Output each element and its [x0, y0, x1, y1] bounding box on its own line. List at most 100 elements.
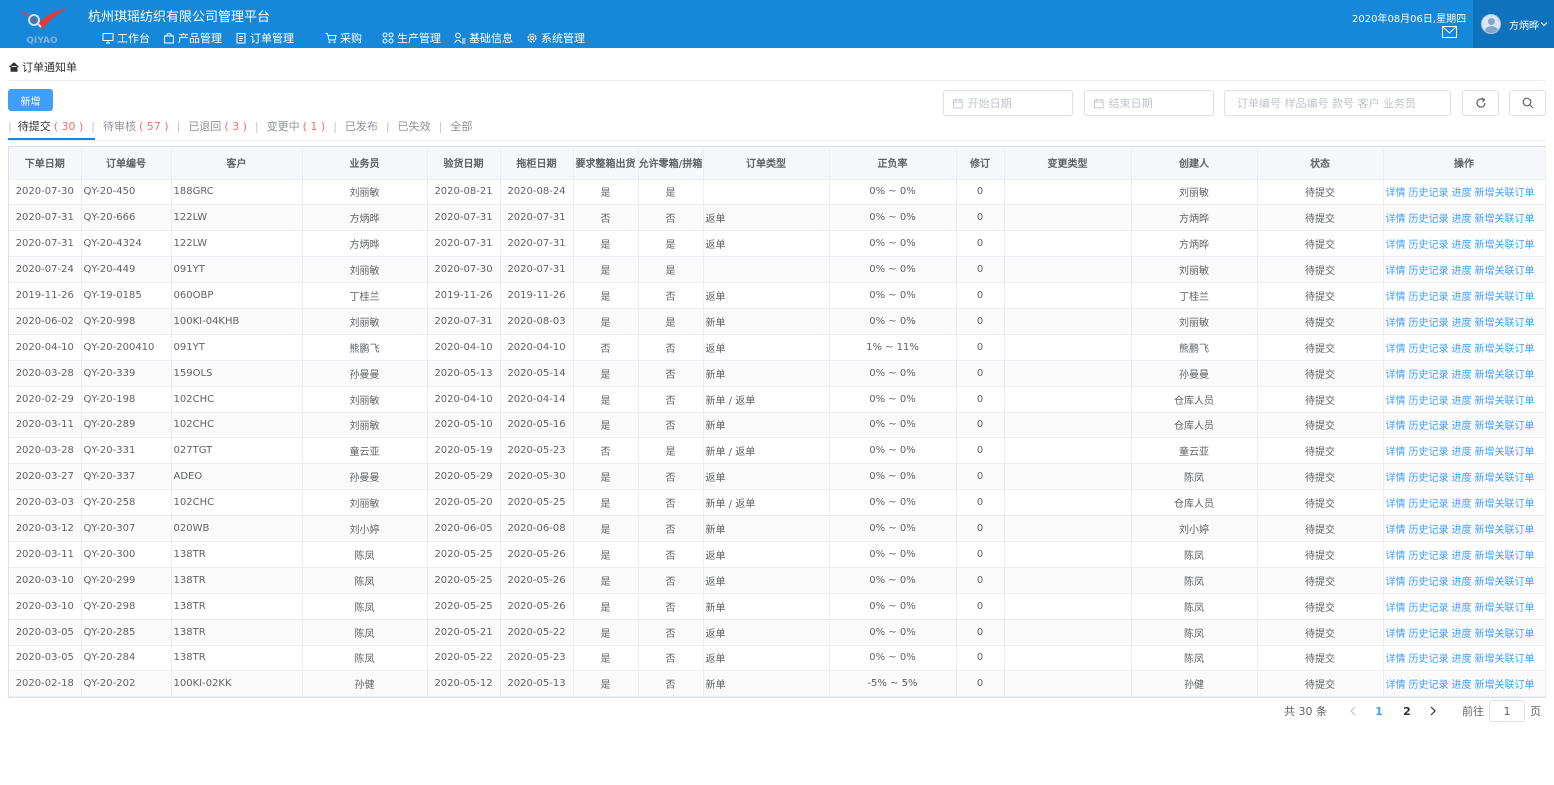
- detail-link[interactable]: 详情: [1386, 654, 1406, 665]
- page-1[interactable]: 1: [1365, 705, 1393, 718]
- history-link[interactable]: 历史记录: [1409, 577, 1449, 588]
- add-button[interactable]: 新增: [8, 89, 53, 111]
- detail-link[interactable]: 详情: [1386, 396, 1406, 407]
- progress-link[interactable]: 进度: [1452, 240, 1472, 251]
- col-inspection-date[interactable]: 验货日期: [427, 147, 501, 180]
- nav-purchase[interactable]: 采购: [325, 29, 362, 47]
- goto-page-input[interactable]: [1489, 700, 1525, 722]
- detail-link[interactable]: 详情: [1386, 499, 1406, 510]
- refresh-button[interactable]: [1462, 90, 1499, 116]
- detail-link[interactable]: 详情: [1386, 447, 1406, 458]
- history-link[interactable]: 历史记录: [1409, 240, 1449, 251]
- detail-link[interactable]: 详情: [1386, 240, 1406, 251]
- tab-returned[interactable]: 已退回( 3 ): [188, 118, 247, 134]
- progress-link[interactable]: 进度: [1452, 318, 1472, 329]
- col-tolerance[interactable]: 正负率: [829, 147, 957, 180]
- add-related-order-link[interactable]: 新增关联订单: [1475, 214, 1535, 225]
- add-related-order-link[interactable]: 新增关联订单: [1475, 447, 1535, 458]
- detail-link[interactable]: 详情: [1386, 525, 1406, 536]
- detail-link[interactable]: 详情: [1386, 266, 1406, 277]
- progress-link[interactable]: 进度: [1452, 292, 1472, 303]
- col-container-date[interactable]: 拖柜日期: [500, 147, 574, 180]
- progress-link[interactable]: 进度: [1452, 551, 1472, 562]
- detail-link[interactable]: 详情: [1386, 188, 1406, 199]
- add-related-order-link[interactable]: 新增关联订单: [1475, 629, 1535, 640]
- progress-link[interactable]: 进度: [1452, 603, 1472, 614]
- add-related-order-link[interactable]: 新增关联订单: [1475, 654, 1535, 665]
- history-link[interactable]: 历史记录: [1409, 473, 1449, 484]
- table-row[interactable]: 2020-03-03 QY-20-258 102CHC 刘丽敏 2020-05-20 20…: [9, 489, 1546, 517]
- add-related-order-link[interactable]: 新增关联订单: [1475, 188, 1535, 199]
- history-link[interactable]: 历史记录: [1409, 292, 1449, 303]
- table-row[interactable]: 2020-04-10 QY-20-200410 091YT 熊鹏飞 2020-04-10…: [9, 334, 1546, 361]
- detail-link[interactable]: 详情: [1386, 344, 1406, 355]
- table-row[interactable]: 2020-02-18 QY-20-202 100KI-02KK 孙健 2020-05-1…: [9, 670, 1546, 698]
- start-date-picker[interactable]: [943, 90, 1073, 116]
- history-link[interactable]: 历史记录: [1409, 266, 1449, 277]
- col-order-date[interactable]: 下单日期: [9, 147, 82, 180]
- table-row[interactable]: 2020-03-05 QY-20-284 138TR 陈凤 2020-05-22 2020…: [9, 645, 1546, 672]
- tab-expired[interactable]: 已失效: [398, 118, 431, 134]
- detail-link[interactable]: 详情: [1386, 214, 1406, 225]
- table-row[interactable]: 2020-06-02 QY-20-998 100KI-04KHB 刘丽敏 2020-07…: [9, 308, 1546, 335]
- history-link[interactable]: 历史记录: [1409, 680, 1449, 691]
- table-row[interactable]: 2020-07-31 QY-20-4324 122LW 方炳晔 2020-07-31 20…: [9, 230, 1546, 258]
- page-2[interactable]: 2: [1393, 705, 1421, 718]
- tab-published[interactable]: 已发布: [345, 118, 378, 134]
- detail-link[interactable]: 详情: [1386, 603, 1406, 614]
- table-row[interactable]: 2020-03-28 QY-20-331 027TGT 童云亚 2020-05-19 20…: [9, 437, 1546, 465]
- company-logo[interactable]: QIYAO: [14, 4, 70, 46]
- add-related-order-link[interactable]: 新增关联订单: [1475, 577, 1535, 588]
- progress-link[interactable]: 进度: [1452, 370, 1472, 381]
- nav-orders[interactable]: 订单管理: [235, 29, 294, 47]
- history-link[interactable]: 历史记录: [1409, 421, 1449, 432]
- progress-link[interactable]: 进度: [1452, 473, 1472, 484]
- add-related-order-link[interactable]: 新增关联订单: [1475, 551, 1535, 562]
- col-customer[interactable]: 客户: [171, 147, 303, 180]
- history-link[interactable]: 历史记录: [1409, 214, 1449, 225]
- table-row[interactable]: 2020-02-29 QY-20-198 102CHC 刘丽敏 2020-04-10 20…: [9, 386, 1546, 413]
- prev-page-button[interactable]: [1341, 706, 1365, 716]
- col-salesperson[interactable]: 业务员: [302, 147, 428, 180]
- table-row[interactable]: 2020-03-28 QY-20-339 159OLS 孙曼曼 2020-05-13 20…: [9, 360, 1546, 387]
- add-related-order-link[interactable]: 新增关联订单: [1475, 266, 1535, 277]
- progress-link[interactable]: 进度: [1452, 654, 1472, 665]
- tab-pending-submit[interactable]: 待提交( 30 ): [18, 118, 84, 134]
- history-link[interactable]: 历史记录: [1409, 344, 1449, 355]
- table-row[interactable]: 2020-07-31 QY-20-666 122LW 方炳晔 2020-07-31 202…: [9, 204, 1546, 232]
- history-link[interactable]: 历史记录: [1409, 603, 1449, 614]
- history-link[interactable]: 历史记录: [1409, 551, 1449, 562]
- col-full-box[interactable]: 要求整箱出货: [573, 147, 639, 180]
- add-related-order-link[interactable]: 新增关联订单: [1475, 240, 1535, 251]
- table-row[interactable]: 2020-03-11 QY-20-300 138TR 陈凤 2020-05-25 2020…: [9, 541, 1546, 568]
- add-related-order-link[interactable]: 新增关联订单: [1475, 370, 1535, 381]
- progress-link[interactable]: 进度: [1452, 499, 1472, 510]
- progress-link[interactable]: 进度: [1452, 577, 1472, 588]
- table-row[interactable]: 2019-11-26 QY-19-0185 060OBP 丁桂兰 2019-11-26 2…: [9, 282, 1546, 309]
- add-related-order-link[interactable]: 新增关联订单: [1475, 473, 1535, 484]
- search-button[interactable]: [1509, 90, 1546, 116]
- table-row[interactable]: 2020-03-12 QY-20-307 020WB 刘小婷 2020-06-05 202…: [9, 515, 1546, 542]
- detail-link[interactable]: 详情: [1386, 292, 1406, 303]
- add-related-order-link[interactable]: 新增关联订单: [1475, 396, 1535, 407]
- history-link[interactable]: 历史记录: [1409, 629, 1449, 640]
- add-related-order-link[interactable]: 新增关联订单: [1475, 603, 1535, 614]
- col-change-type[interactable]: 变更类型: [1004, 147, 1132, 180]
- add-related-order-link[interactable]: 新增关联订单: [1475, 680, 1535, 691]
- history-link[interactable]: 历史记录: [1409, 447, 1449, 458]
- progress-link[interactable]: 进度: [1452, 188, 1472, 199]
- nav-production[interactable]: 生产管理: [382, 29, 441, 47]
- nav-workbench[interactable]: 工作台: [102, 29, 150, 47]
- detail-link[interactable]: 详情: [1386, 577, 1406, 588]
- tab-changing[interactable]: 变更中( 1 ): [267, 118, 326, 134]
- history-link[interactable]: 历史记录: [1409, 396, 1449, 407]
- detail-link[interactable]: 详情: [1386, 473, 1406, 484]
- progress-link[interactable]: 进度: [1452, 680, 1472, 691]
- col-revision[interactable]: 修订: [956, 147, 1005, 180]
- col-partial-box[interactable]: 允许零箱/拼箱: [638, 147, 704, 180]
- detail-link[interactable]: 详情: [1386, 318, 1406, 329]
- history-link[interactable]: 历史记录: [1409, 318, 1449, 329]
- detail-link[interactable]: 详情: [1386, 680, 1406, 691]
- col-creator[interactable]: 创建人: [1131, 147, 1258, 180]
- nav-system[interactable]: 系统管理: [526, 29, 585, 47]
